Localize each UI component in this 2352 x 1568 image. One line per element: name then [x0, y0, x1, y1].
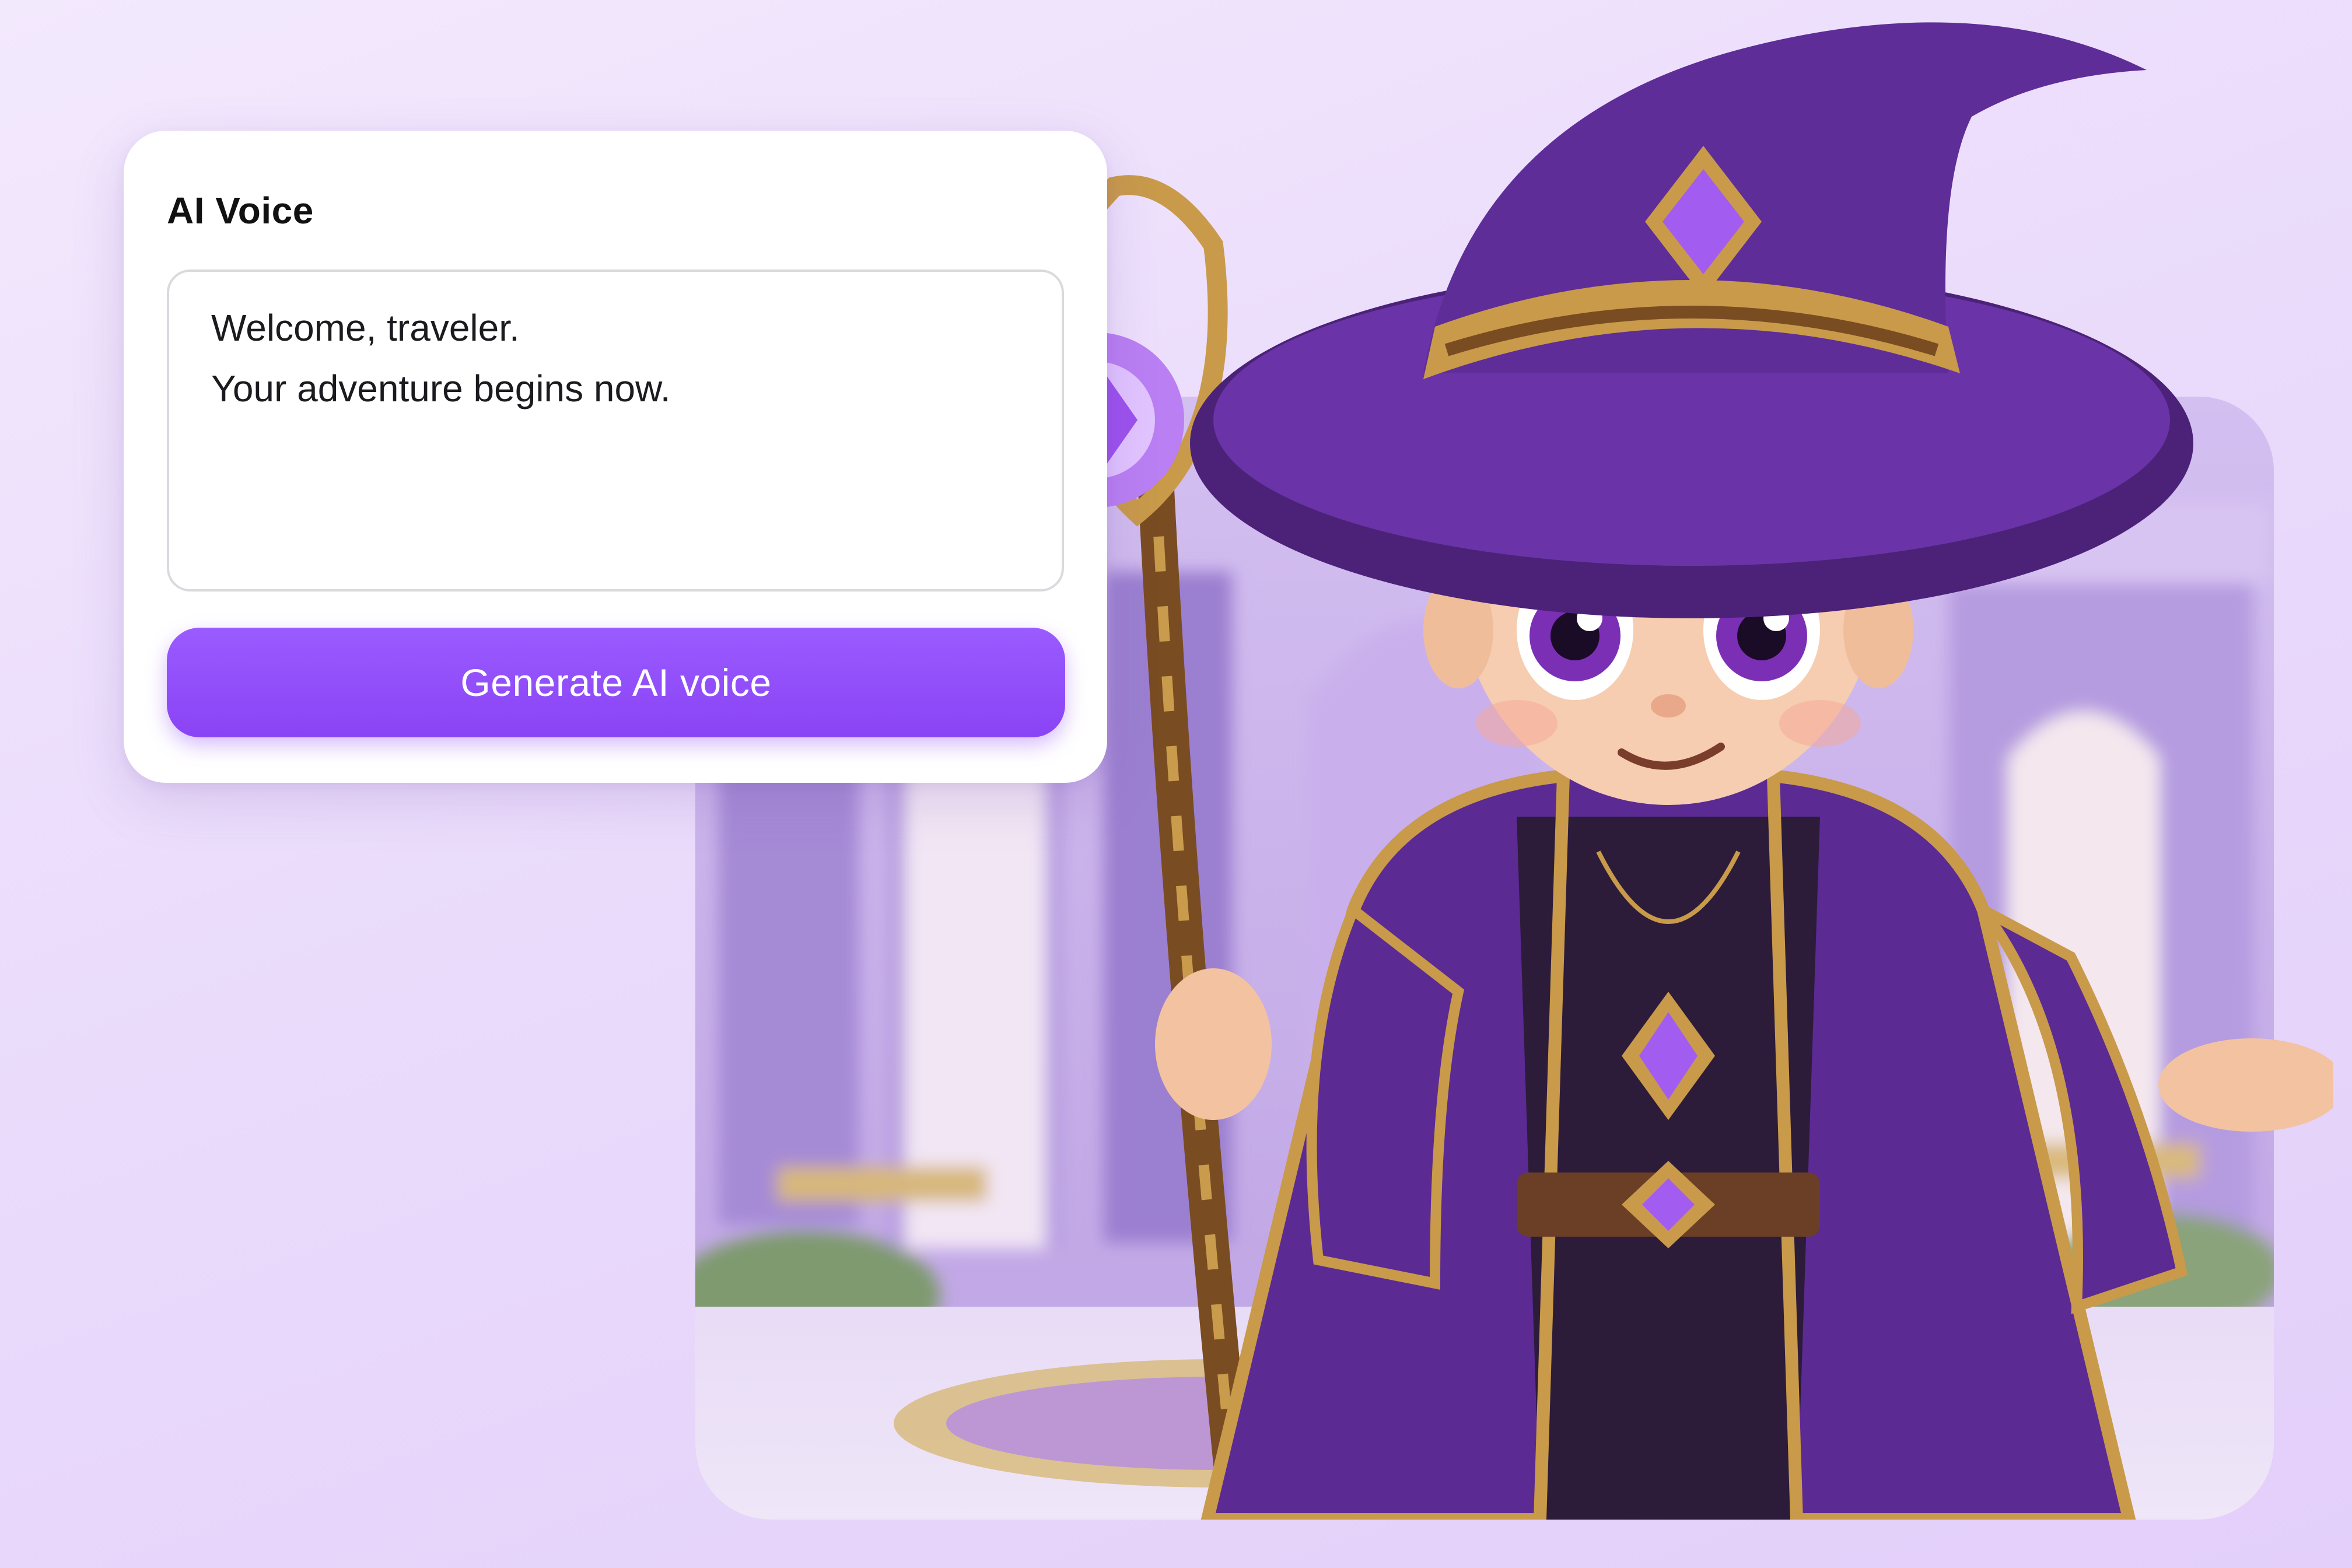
voice-text-line-2: Your adventure begins now. — [211, 368, 671, 410]
wizard-character-illustration — [1009, 22, 2333, 1520]
voice-text-line-1: Welcome, traveler. — [211, 307, 520, 349]
wizard-hat — [1190, 22, 2193, 618]
generate-ai-voice-button[interactable]: Generate AI voice — [167, 628, 1065, 737]
voice-text-input[interactable]: Welcome, traveler. Your adventure begins… — [167, 270, 1064, 592]
card-title: AI Voice — [167, 190, 314, 232]
ai-voice-card: AI Voice Welcome, traveler. Your adventu… — [124, 131, 1107, 783]
